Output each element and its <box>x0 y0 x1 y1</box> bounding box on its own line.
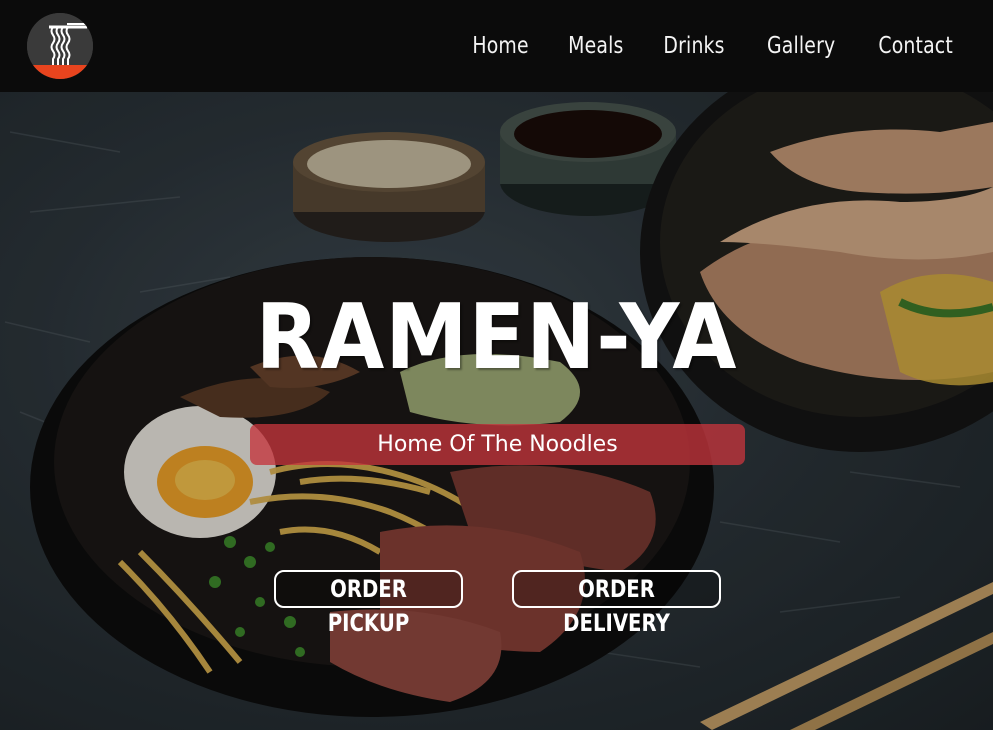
hero-dim-overlay <box>0 92 993 730</box>
main-nav: Home Meals Drinks Gallery Contact <box>460 30 953 62</box>
order-delivery-button[interactable]: ORDER DELIVERY <box>512 570 721 637</box>
hero-title: RAMEN-YA <box>255 285 738 390</box>
nav-link-gallery[interactable]: Gallery <box>767 30 835 62</box>
nav-link-contact[interactable]: Contact <box>878 30 953 62</box>
nav-link-drinks[interactable]: Drinks <box>664 30 725 62</box>
navbar: Home Meals Drinks Gallery Contact <box>0 0 993 92</box>
hero-section: RAMEN-YA Home Of The Noodles ORDER PICKU… <box>0 92 993 730</box>
hero-tagline: Home Of The Noodles <box>377 432 618 457</box>
ramen-noodles-icon <box>27 13 93 79</box>
logo[interactable] <box>27 13 93 79</box>
order-delivery-label: ORDER DELIVERY <box>563 575 670 637</box>
order-pickup-button[interactable]: ORDER PICKUP <box>274 570 463 637</box>
order-pickup-label: ORDER PICKUP <box>327 575 410 637</box>
nav-link-meals[interactable]: Meals <box>568 30 623 62</box>
nav-link-home[interactable]: Home <box>472 30 528 62</box>
